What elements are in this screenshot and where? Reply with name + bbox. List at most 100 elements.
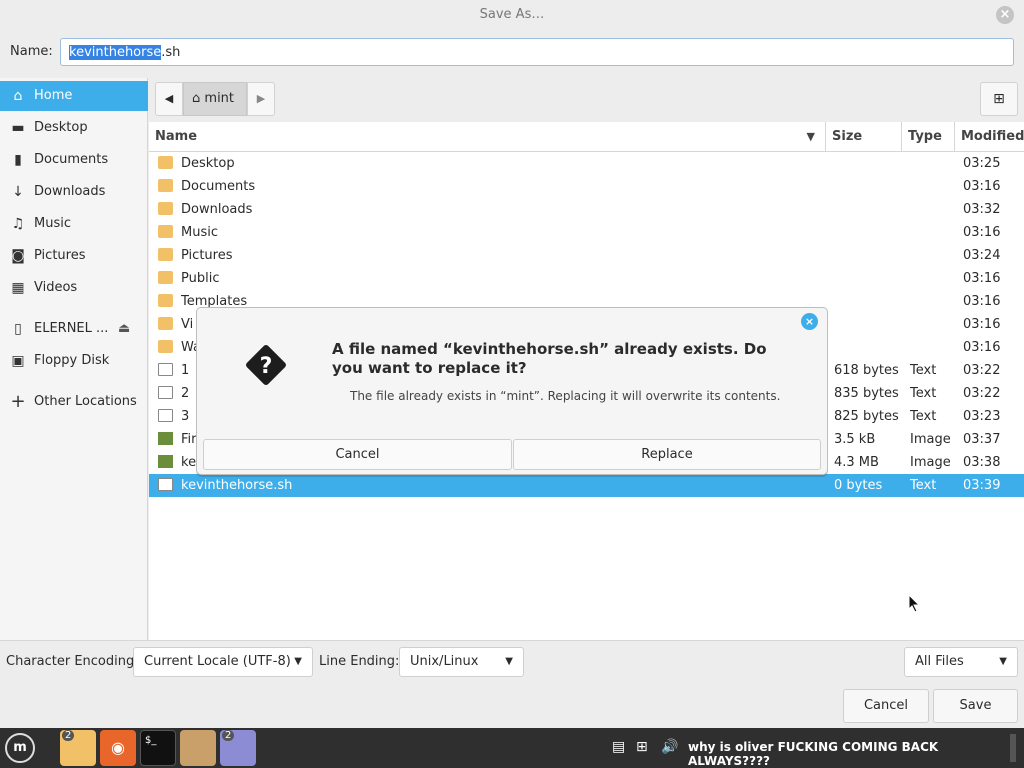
taskbar: m 2 ◉ $_ 2 ▤ ⊞ 🔊 why is oliver FUCKING C… [0, 728, 1024, 768]
dialog-cancel-button[interactable]: Cancel [203, 439, 512, 470]
close-icon[interactable]: × [996, 6, 1014, 24]
sidebar-item-home[interactable]: ⌂ Home [0, 81, 148, 111]
sidebar-item-downloads[interactable]: ↓ Downloads [0, 177, 148, 207]
chevron-down-icon: ▼ [505, 656, 513, 667]
cell-modified: 03:16 [963, 294, 1001, 309]
camera-icon: ◙ [11, 248, 25, 264]
volume-icon[interactable]: 🔊 [661, 739, 678, 755]
chevron-left-icon: ◀ [164, 92, 174, 105]
cell-type: Text [910, 478, 937, 493]
taskbar-text-editor[interactable]: 2 [220, 730, 256, 766]
notes-icon[interactable]: ▤ [612, 739, 625, 755]
column-type[interactable]: Type [902, 122, 955, 152]
sort-down-icon: ▼ [806, 130, 815, 143]
chevron-down-icon: ▼ [294, 656, 302, 667]
chevron-down-icon: ▼ [999, 656, 1007, 667]
new-folder-button[interactable]: ⊞ [980, 82, 1018, 116]
line-ending-label: Line Ending: [319, 654, 400, 669]
column-size[interactable]: Size [826, 122, 902, 152]
sidebar-item-other-locations[interactable]: + Other Locations [0, 387, 148, 417]
table-row[interactable]: Documents 03:16 [149, 175, 1024, 198]
cell-modified: 03:25 [963, 156, 1001, 171]
folder-icon [158, 340, 173, 353]
sidebar-item-desktop[interactable]: ▬ Desktop [0, 113, 148, 143]
cell-type: Text [910, 409, 937, 424]
table-row[interactable]: Music 03:16 [149, 221, 1024, 244]
show-desktop-button[interactable] [1010, 734, 1016, 762]
home-icon: ⌂ [13, 88, 23, 104]
cell-name: Pictures [181, 248, 233, 263]
column-name[interactable]: Name ▼ [149, 122, 826, 152]
cell-name: Downloads [181, 202, 253, 217]
taskbar-files[interactable]: 2 [60, 730, 96, 766]
floppy-icon: ▣ [11, 353, 25, 369]
mint-menu-icon[interactable]: m [5, 733, 35, 763]
table-row[interactable]: Desktop 03:25 [149, 152, 1024, 175]
column-modified[interactable]: Modified [955, 122, 1024, 152]
table-row[interactable]: Public 03:16 [149, 267, 1024, 290]
cell-size: 3.5 kB [834, 432, 876, 447]
folder-icon [158, 271, 173, 284]
dialog-replace-button[interactable]: Replace [513, 439, 821, 470]
folder-icon [158, 179, 173, 192]
close-icon[interactable]: × [801, 313, 818, 330]
sidebar-item-floppy[interactable]: ▣ Floppy Disk [0, 346, 148, 376]
music-icon: ♫ [11, 216, 25, 232]
text-file-icon [158, 363, 173, 376]
cell-modified: 03:16 [963, 225, 1001, 240]
dialog-title: A file named “kevinthehorse.sh” already … [332, 340, 767, 377]
cancel-button[interactable]: Cancel [843, 689, 929, 723]
cell-modified: 03:24 [963, 248, 1001, 263]
sidebar-item-music[interactable]: ♫ Music [0, 209, 148, 239]
table-row[interactable]: Downloads 03:32 [149, 198, 1024, 221]
filename-selected-text: kevinthehorse [69, 45, 162, 60]
cell-name: kevinthehorse.sh [181, 478, 293, 493]
filename-input[interactable]: kevinthehorse.sh [60, 38, 1014, 66]
drive-icon: ▯ [14, 321, 22, 337]
sidebar-item-pictures[interactable]: ◙ Pictures [0, 241, 148, 271]
sidebar-item-videos[interactable]: ▦ Videos [0, 273, 148, 303]
cell-modified: 03:16 [963, 271, 1001, 286]
cell-name: Music [181, 225, 218, 240]
text-file-icon [158, 409, 173, 422]
filename-suffix: .sh [161, 45, 181, 60]
cell-name: Fir [181, 432, 197, 447]
cell-modified: 03:16 [963, 179, 1001, 194]
image-file-icon [158, 432, 173, 445]
encoding-select[interactable]: Current Locale (UTF-8) ▼ [133, 647, 313, 677]
table-row[interactable]: Pictures 03:24 [149, 244, 1024, 267]
folder-icon [158, 248, 173, 261]
forward-button[interactable]: ▶ [247, 82, 275, 116]
text-file-icon [158, 386, 173, 399]
sidebar-item-documents[interactable]: ▮ Documents [0, 145, 148, 175]
home-icon: ⌂ [192, 91, 201, 106]
cell-name: ke [181, 455, 197, 470]
chevron-right-icon: ▶ [256, 92, 266, 105]
back-button[interactable]: ◀ [155, 82, 183, 116]
encoding-label: Character Encoding: [6, 654, 139, 669]
cell-name: Documents [181, 179, 256, 194]
name-label: Name: [10, 44, 53, 59]
cell-modified: 03:37 [963, 432, 1001, 447]
cell-modified: 03:22 [963, 386, 1001, 401]
folder-icon [158, 225, 173, 238]
folder-icon [158, 202, 173, 215]
save-button[interactable]: Save [933, 689, 1018, 723]
cell-modified: 03:23 [963, 409, 1001, 424]
folder-icon [158, 294, 173, 307]
cell-name: 3 [181, 409, 190, 424]
sidebar-item-drive[interactable]: ▯ ELERNEL ... ⏏ [0, 314, 148, 344]
path-button-mint[interactable]: ⌂ mint [183, 82, 247, 116]
cell-size: 825 bytes [834, 409, 899, 424]
table-row[interactable]: kevinthehorse.sh 0 bytes Text 03:39 [149, 474, 1024, 497]
eject-icon[interactable]: ⏏ [118, 314, 130, 344]
new-folder-icon: ⊞ [993, 91, 1005, 107]
network-icon[interactable]: ⊞ [636, 739, 648, 755]
archive-icon[interactable] [180, 730, 216, 766]
firefox-icon[interactable]: ◉ [100, 730, 136, 766]
line-ending-select[interactable]: Unix/Linux ▼ [399, 647, 524, 677]
tray-clock-text[interactable]: why is oliver FUCKING COMING BACK ALWAYS… [688, 740, 1024, 768]
terminal-icon[interactable]: $_ [140, 730, 176, 766]
cell-name: Vi [181, 317, 194, 332]
file-filter-select[interactable]: All Files ▼ [904, 647, 1018, 677]
